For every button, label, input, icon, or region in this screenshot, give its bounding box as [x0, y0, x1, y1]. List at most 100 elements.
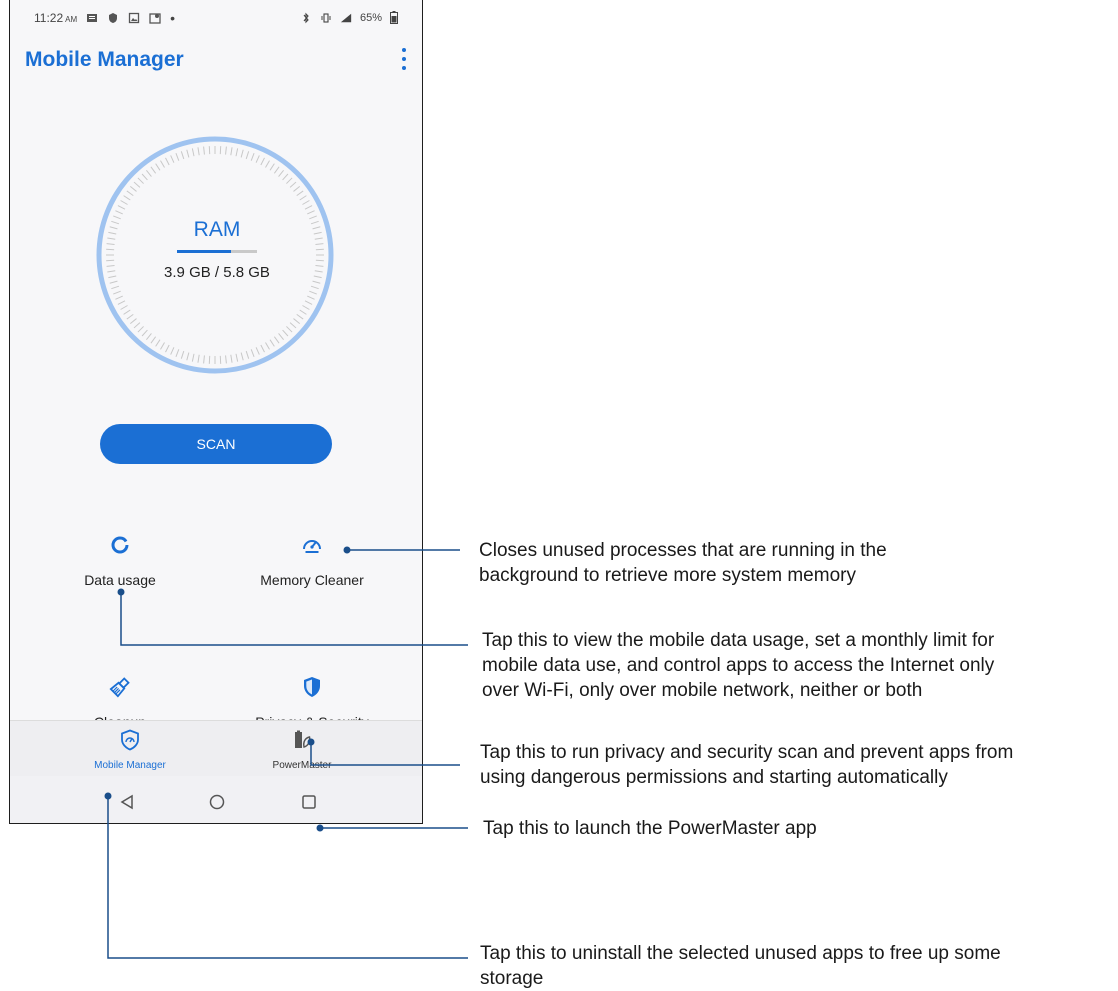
nav-powermaster[interactable]: PowerMaster: [222, 721, 382, 777]
gauge-tick: [191, 148, 195, 157]
gauge-tick: [260, 157, 265, 166]
annotation-line: using dangerous permissions and starting…: [480, 767, 948, 788]
gauge-tick: [133, 181, 141, 188]
gauge-tick: [304, 300, 313, 305]
gauge-tick: [170, 155, 175, 163]
gauge-tick: [155, 163, 161, 171]
gauge-tick: [117, 205, 126, 210]
battery-leaf-icon: [295, 730, 311, 748]
gauge-tick: [289, 322, 297, 329]
system-navigation-bar: [10, 776, 422, 823]
gauge-tick: [255, 347, 260, 355]
gauge-tick: [111, 285, 120, 290]
gauge-tick: [120, 200, 128, 205]
gauge-tick: [203, 355, 205, 364]
memory-cleaner-label: Memory Cleaner: [260, 572, 364, 588]
gauge-tick: [126, 190, 134, 197]
home-icon[interactable]: [207, 792, 227, 812]
gauge-tick: [240, 149, 244, 158]
status-ampm: AM: [65, 15, 78, 24]
ram-label: RAM: [193, 218, 241, 241]
back-icon[interactable]: [117, 792, 137, 812]
app-title: Mobile Manager: [25, 48, 184, 71]
status-more-dot: •: [170, 10, 176, 26]
gauge-tick: [137, 177, 144, 184]
gauge-tick: [180, 350, 185, 359]
gauge-tick: [265, 160, 270, 168]
memory-cleaner-button[interactable]: Memory Cleaner: [222, 533, 402, 588]
status-left: 11:22 AM •: [34, 11, 175, 25]
gauge-tick: [289, 181, 297, 188]
gauge-tick: [225, 146, 227, 155]
gauge-tick: [197, 354, 200, 363]
gauge-tick: [146, 169, 152, 177]
gauge-tick: [230, 354, 233, 363]
gauge-tick: [150, 166, 157, 174]
gauge-tick: [160, 342, 165, 350]
gauge-tick: [269, 163, 275, 171]
gauge-tick: [170, 347, 175, 355]
gauge-tick: [180, 151, 185, 160]
gauge-tick: [186, 149, 190, 158]
gauge-tick: [307, 295, 315, 300]
gauge-tick: [137, 326, 144, 333]
gauge-tick: [245, 151, 250, 160]
annotation-line: Tap this to run privacy and security sca…: [480, 742, 1014, 763]
bottom-navigation: Mobile Manager PowerMaster: [10, 720, 422, 777]
gauge-tick: [106, 243, 115, 245]
gauge-tick: [123, 309, 131, 315]
status-right: 65%: [300, 11, 398, 24]
data-usage-button[interactable]: Data usage: [30, 533, 210, 588]
ram-value: 3.9 GB / 5.8 GB: [164, 264, 270, 281]
annotation-line: Tap this to uninstall the selected unuse…: [480, 943, 1001, 964]
gauge-tick: [150, 336, 157, 344]
gauge-tick: [109, 280, 118, 284]
gauge-tick: [225, 355, 227, 364]
signal-icon: [340, 13, 352, 22]
gauge-tick: [126, 313, 134, 320]
gauge-tick: [230, 147, 233, 156]
gauge-tick: [235, 353, 239, 362]
gauge-tick: [282, 173, 289, 181]
message-icon: [87, 14, 98, 22]
gauge-tick: [165, 344, 170, 353]
gauge-tick: [175, 153, 180, 161]
gauge-tick: [269, 339, 275, 347]
status-bar: 11:22 AM • 65%: [10, 0, 422, 40]
annotation-memory-cleaner: Closes unused processes that are running…: [479, 538, 887, 588]
gauge-tick: [197, 147, 200, 156]
data-usage-label: Data usage: [84, 572, 156, 588]
status-time: 11:22 AM: [34, 11, 77, 25]
nav-mobile-manager[interactable]: Mobile Manager: [50, 721, 210, 777]
shield-icon: [304, 677, 320, 697]
gauge-tick: [141, 173, 148, 181]
gauge-tick: [255, 155, 260, 163]
gauge-tick: [129, 318, 137, 324]
nav-powermaster-label: PowerMaster: [272, 760, 332, 771]
speedometer-icon: [303, 540, 321, 553]
recents-icon[interactable]: [299, 792, 319, 812]
gauge-tick: [299, 309, 307, 315]
callout-dot-powermaster: [316, 824, 324, 832]
gauge-ticks: [106, 146, 324, 364]
gauge-tick: [155, 339, 161, 347]
gauge-tick: [304, 205, 313, 210]
gauge-tick: [175, 349, 180, 357]
scan-button[interactable]: SCAN: [100, 424, 332, 464]
gauge-tick: [282, 329, 289, 337]
ram-gauge: [96, 136, 334, 374]
gauge-tick: [115, 295, 123, 300]
phone-screen: 11:22 AM • 65% Mobile Manager RAM 3.9 GB …: [9, 0, 423, 824]
gauge-tick: [273, 166, 280, 174]
vibrate-icon: [321, 12, 331, 23]
gauge-tick: [296, 313, 304, 320]
shield-gauge-icon: [121, 729, 139, 751]
gauge-tick: [312, 280, 321, 284]
overflow-menu-icon[interactable]: [400, 48, 408, 70]
bluetooth-icon: [303, 12, 309, 23]
gauge-tick: [235, 148, 239, 157]
gauge-tick: [265, 342, 270, 350]
annotation-cleanup: Tap this to uninstall the selected unuse…: [480, 941, 1001, 991]
gauge-tick: [302, 200, 310, 205]
gauge-tick: [203, 146, 205, 155]
